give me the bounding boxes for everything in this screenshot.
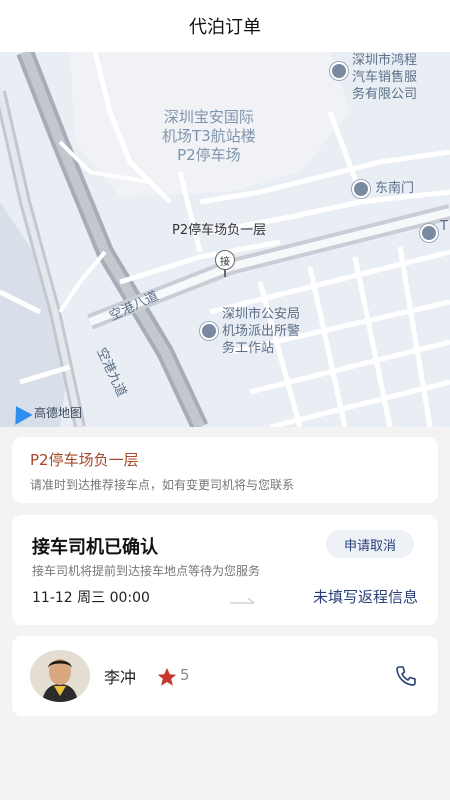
gate-poi-icon: [352, 180, 370, 198]
pickup-location-hint: 请准时到达推荐接车点，如有变更司机将与您联系: [30, 478, 295, 492]
edge-poi-icon: [420, 224, 438, 242]
pickup-pin-icon[interactable]: 接: [215, 250, 235, 270]
order-status-subtitle: 接车司机将提前到达接车地点等待为您服务: [32, 564, 261, 578]
map-label-pickup: P2停车场负一层: [172, 223, 267, 238]
header-bar: 代泊订单: [0, 0, 450, 52]
pickup-time: 11-12 周三 00:00: [32, 590, 150, 606]
map-label-southeast-gate: 东南门: [375, 181, 415, 196]
order-status-card: 接车司机已确认 申请取消 接车司机将提前到达接车地点等待为您服务 11-12 周…: [12, 515, 438, 625]
arrow-right-icon: [230, 597, 255, 604]
map-label-police: 深圳市公安局 机场派出所警 务工作站: [222, 307, 301, 356]
amap-logo-icon: [7, 400, 33, 425]
order-status-title: 接车司机已确认: [32, 537, 158, 558]
driver-card: 李冲 5: [12, 636, 438, 716]
driver-rating: 5: [180, 666, 190, 684]
map-logo-text: 高德地图: [34, 406, 83, 420]
map-label-edge: T: [440, 219, 448, 234]
map-label-terminal: 深圳宝安国际 机场T3航站楼 P2停车场: [162, 108, 256, 164]
map-logo: 高德地图: [7, 400, 83, 425]
page-title: 代泊订单: [189, 17, 261, 38]
pickup-location-card: P2停车场负一层 请准时到达推荐接车点，如有变更司机将与您联系: [12, 437, 438, 503]
pickup-location-name: P2停车场负一层: [30, 451, 139, 469]
driver-avatar: [30, 650, 90, 702]
pickup-pin-stem: [224, 269, 226, 277]
police-poi-icon: [200, 322, 218, 340]
return-info-link[interactable]: 未填写返程信息: [313, 586, 418, 607]
request-cancel-button[interactable]: 申请取消: [326, 530, 414, 558]
star-icon: [157, 667, 177, 686]
dealer-poi-icon: [330, 62, 348, 80]
phone-icon[interactable]: [394, 664, 418, 688]
map-label-dealer: 深圳市鸿程 汽车销售服 务有限公司: [352, 53, 418, 102]
map-view[interactable]: 深圳市鸿程 汽车销售服 务有限公司 深圳宝安国际 机场T3航站楼 P2停车场 东…: [0, 52, 450, 427]
driver-name: 李冲: [104, 668, 137, 687]
